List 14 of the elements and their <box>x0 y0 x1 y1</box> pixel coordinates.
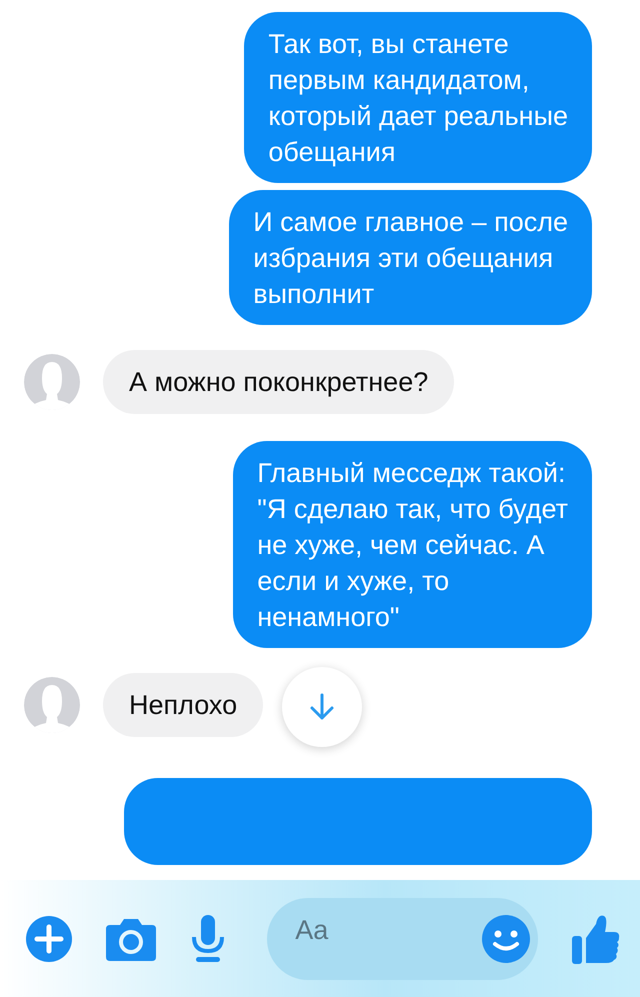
plus-icon[interactable] <box>26 916 72 962</box>
microphone-icon[interactable] <box>190 914 226 962</box>
message-bubble: Неплохо <box>103 673 264 737</box>
thumbs-up-icon[interactable] <box>572 914 620 964</box>
arrow-down-icon <box>308 692 336 722</box>
message-bubble: И самое главное – после избрания эти обещания выполнит <box>229 190 592 325</box>
avatar-icon <box>24 677 80 733</box>
message-field[interactable]: Aa <box>267 898 538 980</box>
message-bubble: Так вот, вы станете первым кандидатом, который дает реальные обещания <box>244 12 592 183</box>
camera-icon[interactable] <box>106 916 156 960</box>
avatar-icon <box>24 354 80 410</box>
message-bubble: Главный месседж такой: "Я сделаю так, что будет не хуже, чем сейчас. А если и хуже, то ненамного" <box>233 441 592 648</box>
message-bubble: А можно поконкретнее? <box>103 350 454 414</box>
smiley-icon[interactable] <box>482 914 530 962</box>
